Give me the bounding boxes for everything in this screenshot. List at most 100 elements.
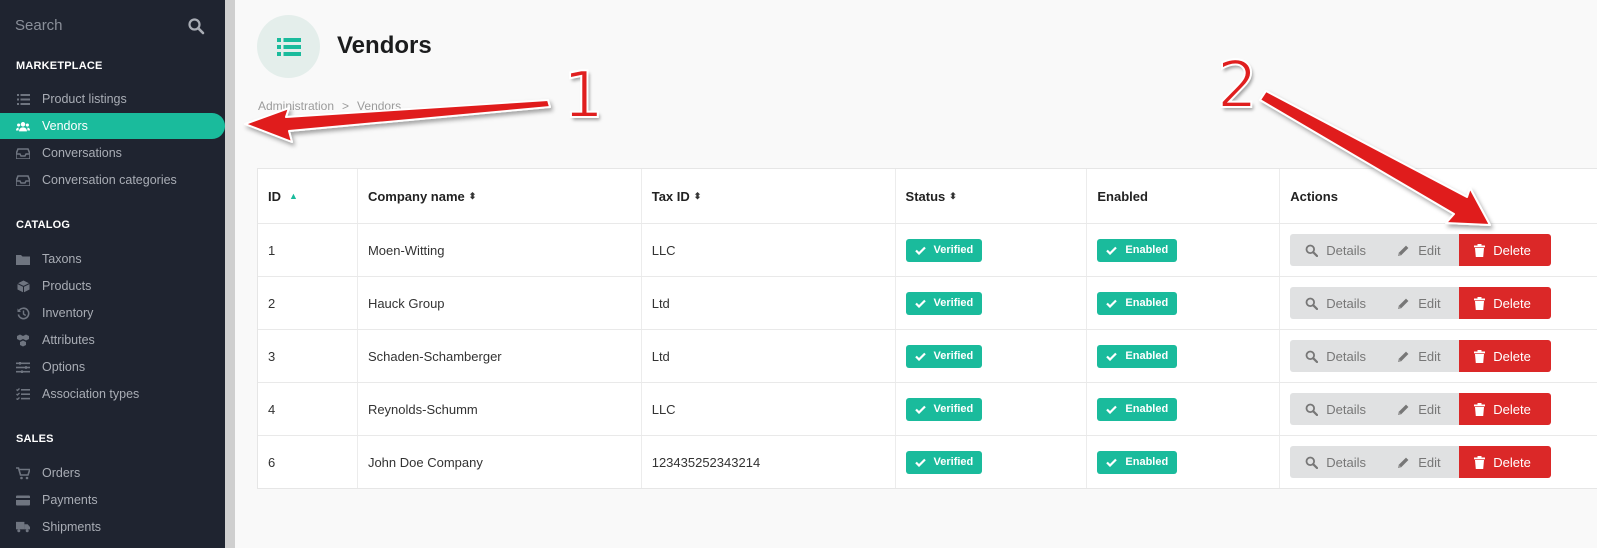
sort-icon: ⬍: [468, 190, 477, 201]
sidebar-item-shipments[interactable]: Shipments: [0, 514, 225, 540]
edit-button-label: Edit: [1418, 242, 1441, 258]
sidebar-item-products[interactable]: Products: [0, 273, 225, 299]
section-title-catalog: CATALOG: [16, 219, 71, 231]
cell-tax-id: LLC: [640, 224, 895, 276]
cell-status: Verified: [894, 383, 1087, 435]
enabled-badge: Enabled: [1097, 397, 1178, 421]
sidebar-item-taxons[interactable]: Taxons: [0, 246, 225, 272]
edit-button-label: Edit: [1418, 454, 1441, 470]
edit-button-label: Edit: [1418, 348, 1441, 364]
search-icon: [1305, 350, 1319, 363]
sidebar-item-product-listings[interactable]: Product listings: [0, 86, 225, 112]
cell-company-name: Hauck Group: [356, 277, 641, 329]
vendors-table: ID ▲ Company name ⬍ Tax ID ⬍ Status ⬍ Enable…: [257, 168, 1597, 489]
search-input[interactable]: Search: [15, 17, 63, 34]
cell-company-name: Moen-Witting: [356, 224, 641, 276]
credit-card-icon: [16, 493, 30, 507]
sidebar: Search MARKETPLACE Product listings Vend…: [0, 0, 225, 548]
edit-button[interactable]: Edit: [1382, 234, 1460, 266]
column-header-id[interactable]: ID ▲: [258, 169, 357, 223]
section-title-sales: SALES: [16, 433, 54, 445]
enabled-badge-label: Enabled: [1125, 244, 1169, 256]
sidebar-item-inventory[interactable]: Inventory: [0, 300, 225, 326]
cell-tax-id-value: LLC: [651, 242, 676, 258]
sidebar-scrollbar[interactable]: [225, 0, 235, 548]
page-icon-circle: [257, 15, 320, 78]
sidebar-item-label: Inventory: [42, 306, 94, 320]
cell-tax-id: Ltd: [640, 277, 895, 329]
list-icon: [276, 37, 301, 56]
cubes-icon: [16, 333, 30, 347]
edit-button[interactable]: Edit: [1382, 446, 1460, 478]
cell-enabled: Enabled: [1086, 383, 1279, 435]
sidebar-item-orders[interactable]: Orders: [0, 460, 225, 486]
sidebar-item-payments[interactable]: Payments: [0, 487, 225, 513]
cell-enabled: Enabled: [1086, 330, 1279, 382]
delete-button[interactable]: Delete: [1459, 287, 1552, 319]
details-button-label: Details: [1326, 348, 1366, 364]
search-box[interactable]: Search: [15, 17, 205, 37]
sidebar-item-conversations[interactable]: Conversations: [0, 140, 225, 166]
details-button[interactable]: Details: [1290, 446, 1383, 478]
history-icon: [16, 306, 30, 320]
column-header-tax-id[interactable]: Tax ID ⬍: [640, 169, 895, 223]
delete-button[interactable]: Delete: [1459, 393, 1552, 425]
edit-button[interactable]: Edit: [1382, 393, 1460, 425]
cube-icon: [16, 279, 30, 293]
details-button-label: Details: [1326, 242, 1366, 258]
search-icon[interactable]: [187, 17, 205, 35]
cell-company-name-value: Moen-Witting: [367, 242, 445, 258]
column-header-status[interactable]: Status ⬍: [894, 169, 1087, 223]
edit-button[interactable]: Edit: [1382, 287, 1460, 319]
cell-company-name: Reynolds-Schumm: [356, 383, 641, 435]
delete-button[interactable]: Delete: [1459, 234, 1552, 266]
cell-enabled: Enabled: [1086, 224, 1279, 276]
column-header-company-name[interactable]: Company name ⬍: [356, 169, 641, 223]
sidebar-item-conversation-categories[interactable]: Conversation categories: [0, 167, 225, 193]
cell-status: Verified: [894, 436, 1087, 488]
cell-company-name-value: John Doe Company: [367, 454, 483, 470]
status-badge: Verified: [905, 344, 983, 368]
check-icon: [1106, 458, 1118, 467]
users-icon: [16, 119, 30, 133]
cell-enabled: Enabled: [1086, 277, 1279, 329]
table-row: 3 Schaden-Schamberger Ltd Verified Enabl…: [258, 329, 1597, 382]
enabled-badge: Enabled: [1097, 450, 1178, 474]
delete-button[interactable]: Delete: [1459, 446, 1552, 478]
edit-button[interactable]: Edit: [1382, 340, 1460, 372]
folder-icon: [16, 252, 30, 266]
sidebar-item-vendors[interactable]: Vendors: [0, 113, 225, 139]
delete-button-label: Delete: [1493, 348, 1531, 364]
sidebar-item-options[interactable]: Options: [0, 354, 225, 380]
column-header-label: ID: [268, 188, 281, 204]
check-icon: [914, 299, 926, 308]
details-button[interactable]: Details: [1290, 393, 1383, 425]
sidebar-item-association-types[interactable]: Association types: [0, 381, 225, 407]
check-icon: [1106, 299, 1118, 308]
cell-enabled: Enabled: [1086, 436, 1279, 488]
cell-tax-id-value: LLC: [651, 401, 676, 417]
breadcrumb-link-administration[interactable]: Administration: [258, 99, 334, 113]
cell-tax-id: Ltd: [640, 330, 895, 382]
check-icon: [914, 246, 926, 255]
trash-icon: [1474, 349, 1486, 363]
delete-button-label: Delete: [1493, 242, 1531, 258]
cell-actions: Details Edit Delete: [1279, 224, 1597, 276]
details-button[interactable]: Details: [1290, 287, 1383, 319]
tasks-icon: [16, 387, 30, 401]
sidebar-item-attributes[interactable]: Attributes: [0, 327, 225, 353]
delete-button[interactable]: Delete: [1459, 340, 1552, 372]
sidebar-item-label: Product listings: [42, 92, 127, 106]
pencil-icon: [1398, 298, 1409, 309]
column-header-label: Status: [905, 188, 946, 204]
details-button[interactable]: Details: [1290, 340, 1383, 372]
sidebar-item-label: Options: [42, 360, 86, 374]
details-button[interactable]: Details: [1290, 234, 1383, 266]
search-icon: [1305, 244, 1319, 257]
status-badge: Verified: [905, 291, 983, 315]
cell-id: 6: [258, 436, 357, 488]
status-badge: Verified: [905, 238, 983, 262]
table-row: 1 Moen-Witting LLC Verified Enabled Deta…: [258, 223, 1597, 276]
delete-button-label: Delete: [1493, 295, 1531, 311]
pencil-icon: [1398, 245, 1409, 256]
